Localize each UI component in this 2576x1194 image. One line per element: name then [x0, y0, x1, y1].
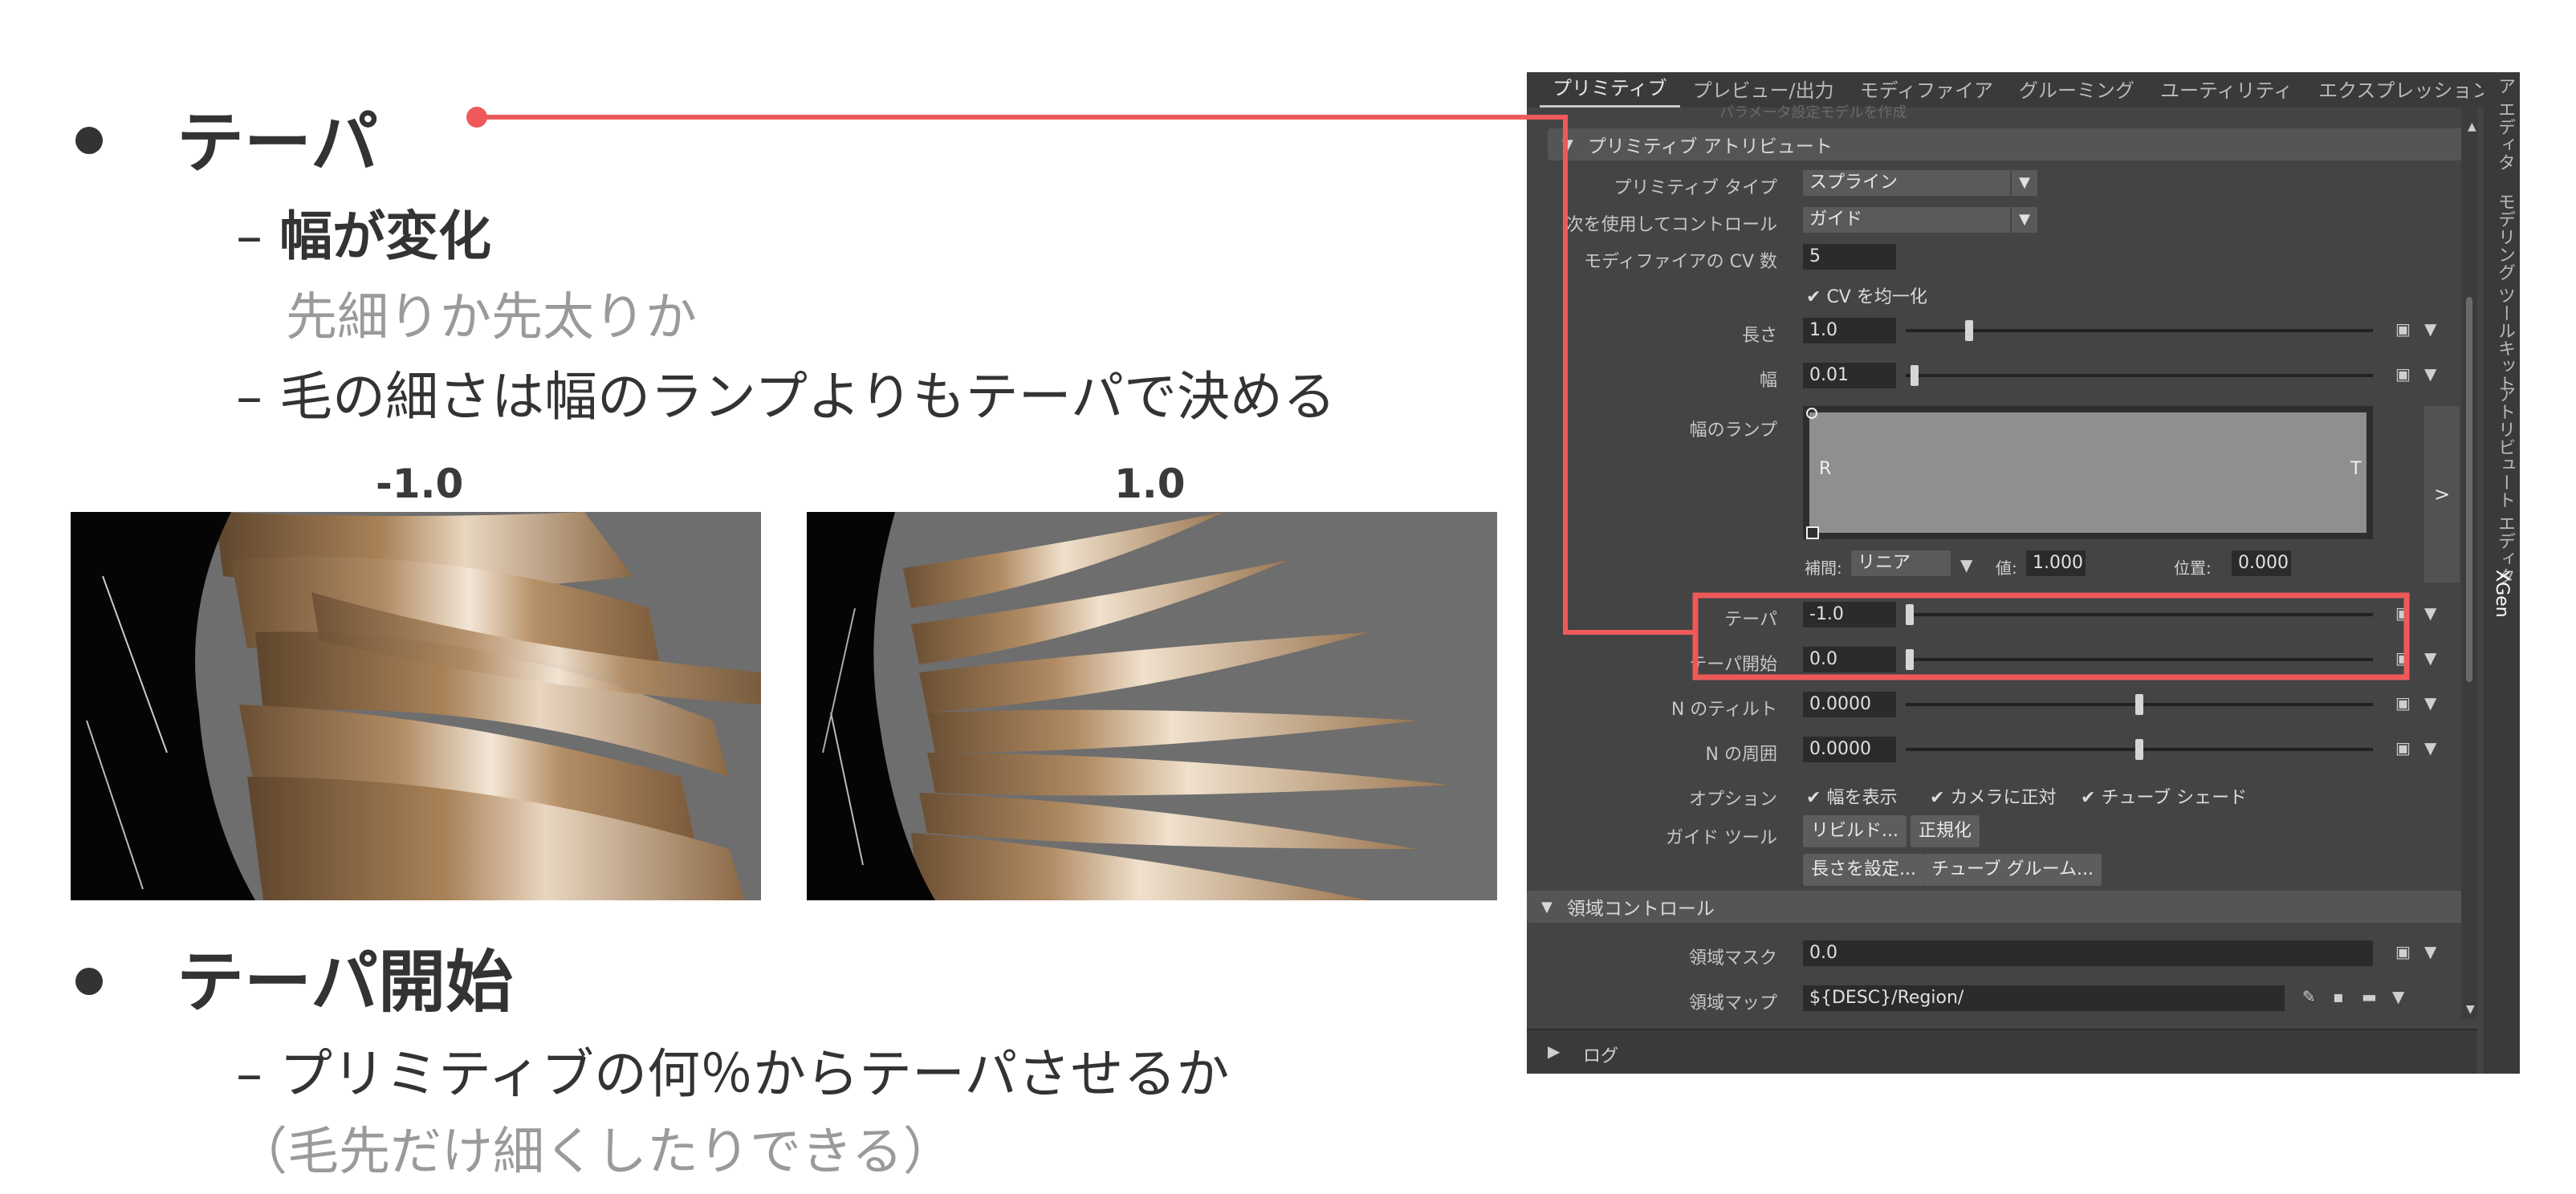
callout-overlay	[466, 107, 2410, 680]
callout-highlight-box	[1692, 592, 2410, 680]
callout-line	[477, 115, 1695, 635]
